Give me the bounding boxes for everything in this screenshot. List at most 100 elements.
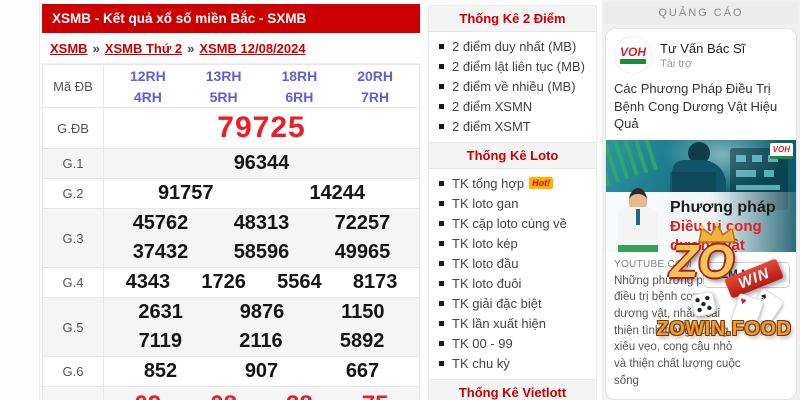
stats-panel: Thống Kê 2 Điểm2 điểm duy nhất (MB)2 điể… bbox=[428, 5, 597, 400]
prize-number: 4343 bbox=[126, 271, 171, 294]
list-item[interactable]: TK chu kỳ bbox=[437, 353, 592, 373]
prize-number: 852 bbox=[144, 360, 177, 383]
list-item[interactable]: TK loto gan bbox=[437, 193, 592, 213]
bullet-icon bbox=[439, 221, 444, 226]
stat-link[interactable]: TK cặp loto cùng về bbox=[452, 216, 567, 231]
prize-number: 96344 bbox=[234, 152, 290, 175]
table-row: G.5263198761150711921165892 bbox=[43, 298, 420, 357]
prize-label: G.1 bbox=[43, 149, 104, 179]
table-row: G.709082875 bbox=[43, 387, 420, 400]
table-row: Mã ĐB 12RH 13RH 18RH 20RH 4RH 5RH 6RH 7RH bbox=[43, 65, 420, 108]
list-item[interactable]: 2 điểm XSMT bbox=[437, 116, 592, 136]
prize-number: 37432 bbox=[133, 241, 189, 264]
special-code-link[interactable]: 4RH bbox=[134, 89, 162, 105]
prize-number: 28 bbox=[286, 391, 313, 400]
bullet-icon bbox=[439, 361, 444, 366]
special-code-link[interactable]: 20RH bbox=[357, 68, 393, 84]
stat-link[interactable]: TK lần xuất hiện bbox=[452, 316, 546, 331]
list-item[interactable]: TK loto đầu bbox=[437, 253, 592, 273]
bullet-icon bbox=[439, 64, 444, 69]
stat-link[interactable]: 2 điểm lật liên tục (MB) bbox=[452, 59, 585, 74]
stat-link[interactable]: 2 điểm về nhiều (MB) bbox=[452, 79, 576, 94]
special-code-link[interactable]: 7RH bbox=[361, 89, 389, 105]
prize-number: 5564 bbox=[277, 271, 322, 294]
special-code-link[interactable]: 13RH bbox=[206, 68, 242, 84]
stat-link[interactable]: TK loto gan bbox=[452, 196, 519, 211]
stat-list: TK tổng hợp Hot! TK loto gan TK cặp loto cù… bbox=[429, 173, 596, 375]
bullet-icon bbox=[439, 84, 444, 89]
stat-link[interactable]: 2 điểm XSMT bbox=[452, 119, 531, 134]
bullet-icon bbox=[439, 281, 444, 286]
bullet-icon bbox=[439, 241, 444, 246]
hot-badge: Hot! bbox=[529, 177, 553, 189]
prize-number: 09 bbox=[135, 391, 162, 400]
sponsored-ad-card[interactable]: VOH Tư Vấn Bác Sĩ Tài trợ Các Phương Phá… bbox=[605, 28, 797, 400]
ad-image-title-1: Phương pháp bbox=[670, 198, 796, 217]
prize-number: 7119 bbox=[139, 330, 182, 353]
special-code-link[interactable]: 18RH bbox=[281, 68, 317, 84]
prize-number: 49965 bbox=[335, 241, 391, 264]
prize-label: G.6 bbox=[43, 357, 104, 387]
ad-sponsor-row: VOH Tư Vấn Bác Sĩ Tài trợ bbox=[606, 29, 796, 78]
stat-link[interactable]: TK loto kép bbox=[452, 236, 518, 251]
bullet-icon bbox=[439, 301, 444, 306]
page: XSMB - Kết quả xổ số miền Bắc - SXMB XSM… bbox=[0, 0, 800, 400]
prize-number: 75 bbox=[362, 391, 389, 400]
list-item[interactable]: 2 điểm duy nhất (MB) bbox=[437, 36, 592, 56]
prize-label: G.ĐB bbox=[43, 108, 104, 149]
prize-number: 907 bbox=[245, 360, 278, 383]
bullet-icon bbox=[439, 201, 444, 206]
stat-link[interactable]: TK 00 - 99 bbox=[452, 336, 513, 351]
list-item[interactable]: 2 điểm về nhiều (MB) bbox=[437, 76, 592, 96]
list-item[interactable]: TK loto kép bbox=[437, 233, 592, 253]
prize-label: G.5 bbox=[43, 298, 104, 357]
stat-link[interactable]: TK loto đuôi bbox=[452, 276, 521, 291]
list-item[interactable]: TK cặp loto cùng về bbox=[437, 213, 592, 233]
stripe-pattern bbox=[606, 140, 660, 186]
section-title: Thống Kê Vietlott bbox=[429, 379, 596, 400]
special-code-link[interactable]: 6RH bbox=[285, 89, 313, 105]
list-item[interactable]: TK giải đặc biệt bbox=[437, 293, 592, 313]
list-item[interactable]: TK loto đuôi bbox=[437, 273, 592, 293]
sponsor-name: Tư Vấn Bác Sĩ bbox=[660, 41, 745, 56]
stat-link[interactable]: TK loto đầu bbox=[452, 256, 519, 271]
stat-link[interactable]: TK giải đặc biệt bbox=[452, 296, 542, 311]
list-item[interactable]: TK lần xuất hiện bbox=[437, 313, 592, 333]
list-item[interactable]: TK tổng hợp Hot! bbox=[437, 173, 592, 193]
list-item[interactable]: 2 điểm XSMN bbox=[437, 96, 592, 116]
stat-link[interactable]: TK chu kỳ bbox=[452, 356, 510, 371]
ads-section-label: QUẢNG CÁO bbox=[604, 2, 798, 24]
section-title: Thống Kê Loto bbox=[429, 142, 596, 169]
prize-number: 08 bbox=[210, 391, 237, 400]
prize-number: 72257 bbox=[335, 212, 391, 235]
bullet-icon bbox=[439, 124, 444, 129]
breadcrumb-link[interactable]: XSMB 12/08/2024 bbox=[199, 41, 305, 56]
voh-badge: VOH bbox=[770, 143, 793, 159]
prize-number: 5892 bbox=[340, 330, 385, 353]
bullet-icon bbox=[439, 104, 444, 109]
results-table-body: Mã ĐB 12RH 13RH 18RH 20RH 4RH 5RH 6RH 7RH G.ĐB 797… bbox=[43, 65, 420, 400]
list-item[interactable]: 2 điểm lật liên tục (MB) bbox=[437, 56, 592, 76]
stat-link[interactable]: 2 điểm duy nhất (MB) bbox=[452, 39, 576, 54]
zowin-overlay-ad[interactable]: ZO WIN ♠ ♥ ZOWIN.FOOD bbox=[648, 222, 800, 340]
ad-headline: Các Phương Pháp Điều Trị Bệnh Cong Dương… bbox=[606, 78, 796, 140]
prize-number: 667 bbox=[346, 360, 379, 383]
stats-section: Thống Kê LotoTK tổng hợpHot!TK loto ganT… bbox=[429, 142, 596, 375]
prize-label: Mã ĐB bbox=[43, 65, 104, 108]
zowin-logo: ZO bbox=[670, 238, 734, 284]
prize-number: 79725 bbox=[217, 111, 305, 145]
stat-link[interactable]: 2 điểm XSMN bbox=[452, 99, 532, 114]
breadcrumb-link[interactable]: XSMB Thứ 2 bbox=[105, 41, 182, 56]
special-code-link[interactable]: 5RH bbox=[210, 89, 238, 105]
prize-number: 58596 bbox=[234, 241, 290, 264]
table-row: G.1 96344 bbox=[43, 149, 420, 179]
table-row: G.6 852 907 667 bbox=[43, 357, 420, 387]
prize-number: 2116 bbox=[239, 330, 282, 353]
results-panel: XSMB - Kết quả xổ số miền Bắc - SXMB XSM… bbox=[42, 4, 420, 400]
prize-number: 48313 bbox=[234, 212, 290, 235]
stat-link[interactable]: TK tổng hợp bbox=[452, 176, 524, 191]
special-code-link[interactable]: 12RH bbox=[130, 68, 166, 84]
prize-label: G.3 bbox=[43, 209, 104, 268]
breadcrumb-link[interactable]: XSMB bbox=[50, 41, 88, 56]
list-item[interactable]: TK 00 - 99 bbox=[437, 333, 592, 353]
